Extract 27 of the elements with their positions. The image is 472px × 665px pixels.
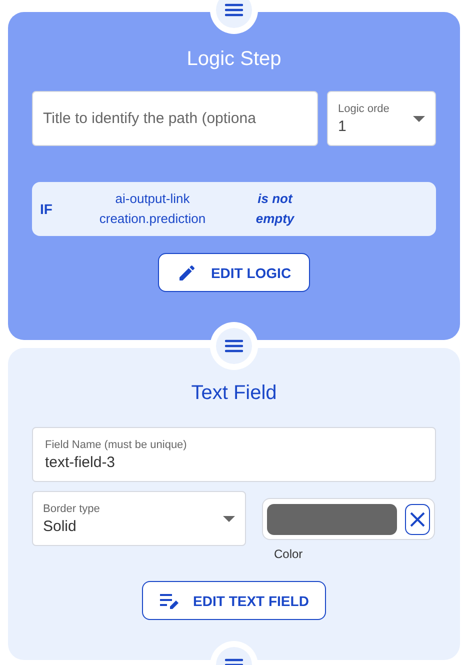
color-picker[interactable] (262, 498, 435, 540)
color-label: Color (274, 547, 303, 561)
condition-operator: is not empty (254, 190, 296, 228)
field-value: 1 (338, 118, 348, 134)
pencil-icon (176, 262, 197, 282)
menu-icon (225, 339, 243, 353)
caret-icon (223, 516, 235, 522)
field-name-input[interactable]: Field Name (must be unique) text-field-3 (32, 427, 436, 482)
if-keyword: IF (40, 201, 54, 217)
field-label: Border type (43, 502, 101, 514)
title-field[interactable]: Title to identify the path (optiona (32, 91, 318, 146)
clear-button[interactable] (405, 504, 430, 534)
field-value: Solid (43, 518, 78, 534)
logic-order-select[interactable]: Logic orde 1 (327, 91, 436, 146)
field-label: Field Name (must be unique) (45, 438, 188, 450)
field-value: text-field-3 (45, 454, 116, 470)
edit-logic-button[interactable]: EDIT LOGIC (158, 253, 310, 292)
caret-icon (413, 116, 425, 122)
border-type-select[interactable]: Border type Solid (32, 491, 246, 546)
edit-text-field-button[interactable]: EDIT TEXT FIELD (142, 581, 326, 620)
close-icon (410, 512, 425, 526)
condition-field: ai-output-link creation.prediction (80, 189, 225, 229)
edit-list-icon (159, 592, 180, 610)
menu-icon (225, 3, 243, 17)
field-label: Logic orde (338, 102, 390, 114)
card-title: Logic Step (186, 48, 282, 71)
card-title: Text Field (191, 382, 277, 405)
